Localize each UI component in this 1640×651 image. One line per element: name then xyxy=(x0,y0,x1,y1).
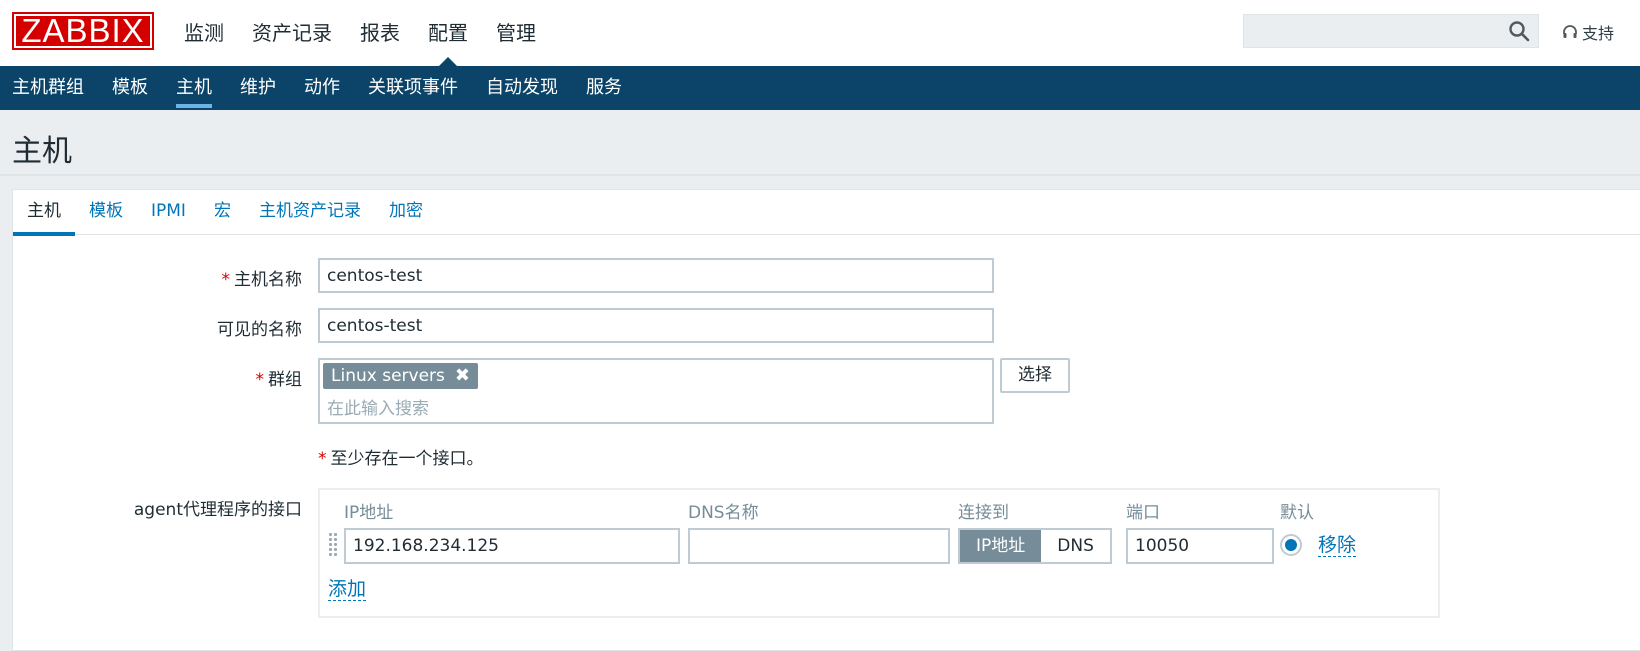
required-mark: * xyxy=(221,270,231,290)
add-interface-link[interactable]: 添加 xyxy=(328,578,367,601)
remove-chip-icon[interactable]: ✖ xyxy=(455,363,470,389)
tab-host[interactable]: 主机 xyxy=(13,190,75,236)
agent-interfaces-table: IP地址 DNS名称 连接到 端口 默认 IP地址 DNS 移除 添加 xyxy=(318,488,1440,618)
connect-dns-option[interactable]: DNS xyxy=(1041,530,1110,562)
sub-nav-host-groups[interactable]: 主机群组 xyxy=(0,66,98,110)
groups-label-text: 群组 xyxy=(268,370,302,390)
support-link[interactable]: 支持 xyxy=(1562,20,1614,44)
port-input[interactable] xyxy=(1126,528,1274,564)
main-nav-configuration[interactable]: 配置 xyxy=(414,0,482,66)
required-mark: * xyxy=(318,449,327,469)
ip-address-input[interactable] xyxy=(344,528,680,564)
col-default: 默认 xyxy=(1280,503,1314,523)
tab-macros[interactable]: 宏 xyxy=(200,190,245,234)
agent-interfaces-label: agent代理程序的接口 xyxy=(133,500,302,520)
search-icon[interactable] xyxy=(1508,20,1530,42)
interface-note-text: 至少存在一个接口。 xyxy=(330,449,484,469)
tab-encryption[interactable]: 加密 xyxy=(375,190,437,234)
tab-templates[interactable]: 模板 xyxy=(75,190,137,234)
host-name-label: * 主机名称 xyxy=(12,265,303,290)
tab-ipmi[interactable]: IPMI xyxy=(137,190,200,234)
required-mark: * xyxy=(255,370,265,390)
sub-nav-templates[interactable]: 模板 xyxy=(98,66,162,110)
default-radio[interactable] xyxy=(1280,534,1302,556)
sub-nav-actions[interactable]: 动作 xyxy=(290,66,354,110)
groups-label: * 群组 xyxy=(12,365,303,390)
radio-selected-dot xyxy=(1285,539,1297,551)
host-name-label-text: 主机名称 xyxy=(234,270,302,290)
sub-nav-maintenance[interactable]: 维护 xyxy=(226,66,290,110)
group-chip: Linux servers ✖ xyxy=(323,363,478,389)
main-nav-administration[interactable]: 管理 xyxy=(482,0,550,66)
col-ip: IP地址 xyxy=(344,503,394,523)
remove-interface-link[interactable]: 移除 xyxy=(1318,534,1357,557)
dns-name-input[interactable] xyxy=(688,528,950,564)
top-bar: ZABBIX 监测 资产记录 报表 配置 管理 支持 xyxy=(0,0,1640,66)
connect-to-toggle: IP地址 DNS xyxy=(958,528,1112,564)
connect-ip-option[interactable]: IP地址 xyxy=(960,530,1042,562)
sub-nav-discovery[interactable]: 自动发现 xyxy=(472,66,572,110)
zabbix-logo[interactable]: ZABBIX xyxy=(12,12,154,50)
host-name-input[interactable] xyxy=(318,258,994,293)
headset-icon xyxy=(1563,25,1577,38)
col-dns: DNS名称 xyxy=(688,503,759,523)
page-title: 主机 xyxy=(12,134,72,169)
sub-nav-event-correlation[interactable]: 关联项事件 xyxy=(354,66,472,110)
visible-name-input[interactable] xyxy=(318,308,994,343)
select-groups-button[interactable]: 选择 xyxy=(1000,358,1070,393)
visible-name-label: 可见的名称 xyxy=(217,320,302,340)
drag-handle-icon[interactable] xyxy=(328,532,338,558)
groups-multiselect[interactable]: Linux servers ✖ 在此输入搜索 xyxy=(318,358,994,424)
page-header: 主机 xyxy=(0,110,1640,176)
main-nav-inventory[interactable]: 资产记录 xyxy=(238,0,346,66)
main-nav-reports[interactable]: 报表 xyxy=(346,0,414,66)
search-input[interactable] xyxy=(1243,14,1539,48)
main-nav: 监测 资产记录 报表 配置 管理 xyxy=(170,0,550,66)
support-label: 支持 xyxy=(1582,24,1615,43)
groups-search-placeholder[interactable]: 在此输入搜索 xyxy=(327,394,429,419)
group-chip-label: Linux servers xyxy=(331,366,445,386)
form-tabs: 主机 模板 IPMI 宏 主机资产记录 加密 xyxy=(13,190,1640,236)
tab-inventory[interactable]: 主机资产记录 xyxy=(245,190,375,234)
col-port: 端口 xyxy=(1126,503,1160,523)
main-nav-monitoring[interactable]: 监测 xyxy=(170,0,238,66)
interface-note: * 至少存在一个接口。 xyxy=(318,444,484,469)
sub-nav-services[interactable]: 服务 xyxy=(572,66,636,110)
sub-nav-hosts[interactable]: 主机 xyxy=(162,66,226,110)
sub-nav: 主机群组 模板 主机 维护 动作 关联项事件 自动发现 服务 xyxy=(0,66,1640,110)
col-connect-to: 连接到 xyxy=(958,503,1009,523)
